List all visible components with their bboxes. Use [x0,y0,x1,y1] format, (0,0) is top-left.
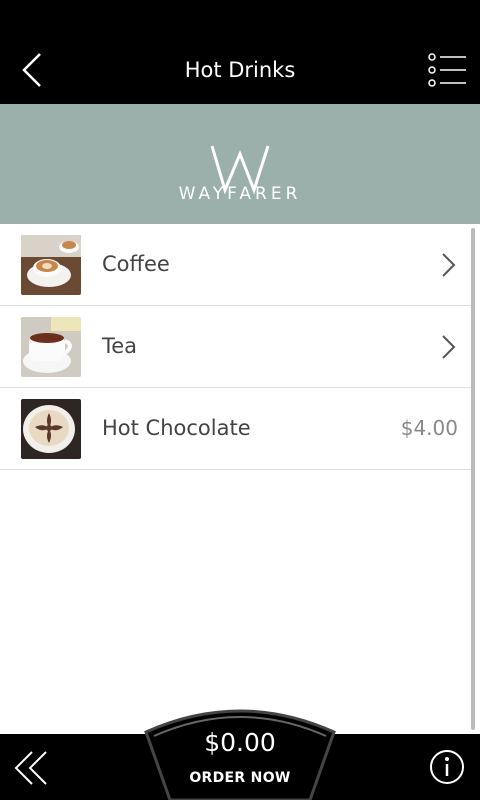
order-total: $0.00 [204,728,276,757]
list-item-tea[interactable]: Tea [0,306,474,388]
list-item-hot-chocolate[interactable]: Hot Chocolate $4.00 [0,388,474,470]
chevron-right-icon [442,253,456,277]
home-back-button[interactable] [14,748,54,788]
top-bar: Hot Drinks [0,36,480,104]
tea-thumbnail [21,317,81,377]
info-icon [430,750,464,784]
item-label: Hot Chocolate [102,416,251,440]
double-chevron-left-icon [14,751,47,785]
coffee-thumbnail [21,235,81,295]
menu-button[interactable] [428,52,468,88]
item-label: Coffee [102,252,170,276]
order-now-label: ORDER NOW [189,770,291,786]
chevron-right-icon [442,335,456,359]
brand-name: WAYFARER [178,184,302,204]
status-bar [0,0,480,36]
page-title: Hot Drinks [184,58,296,82]
info-button[interactable] [428,748,466,786]
brand-banner: WAYFARER [0,104,480,224]
menu-list: Coffee Tea Hot Chocolate $4.00 [0,224,480,734]
list-menu-icon [428,53,466,87]
list-item-coffee[interactable]: Coffee [0,224,474,306]
order-now-button[interactable]: $0.00 ORDER NOW [144,706,336,800]
item-price: $4.00 [400,416,458,440]
item-label: Tea [102,334,138,358]
scrollbar[interactable] [471,228,475,730]
hot-chocolate-thumbnail [21,399,81,459]
